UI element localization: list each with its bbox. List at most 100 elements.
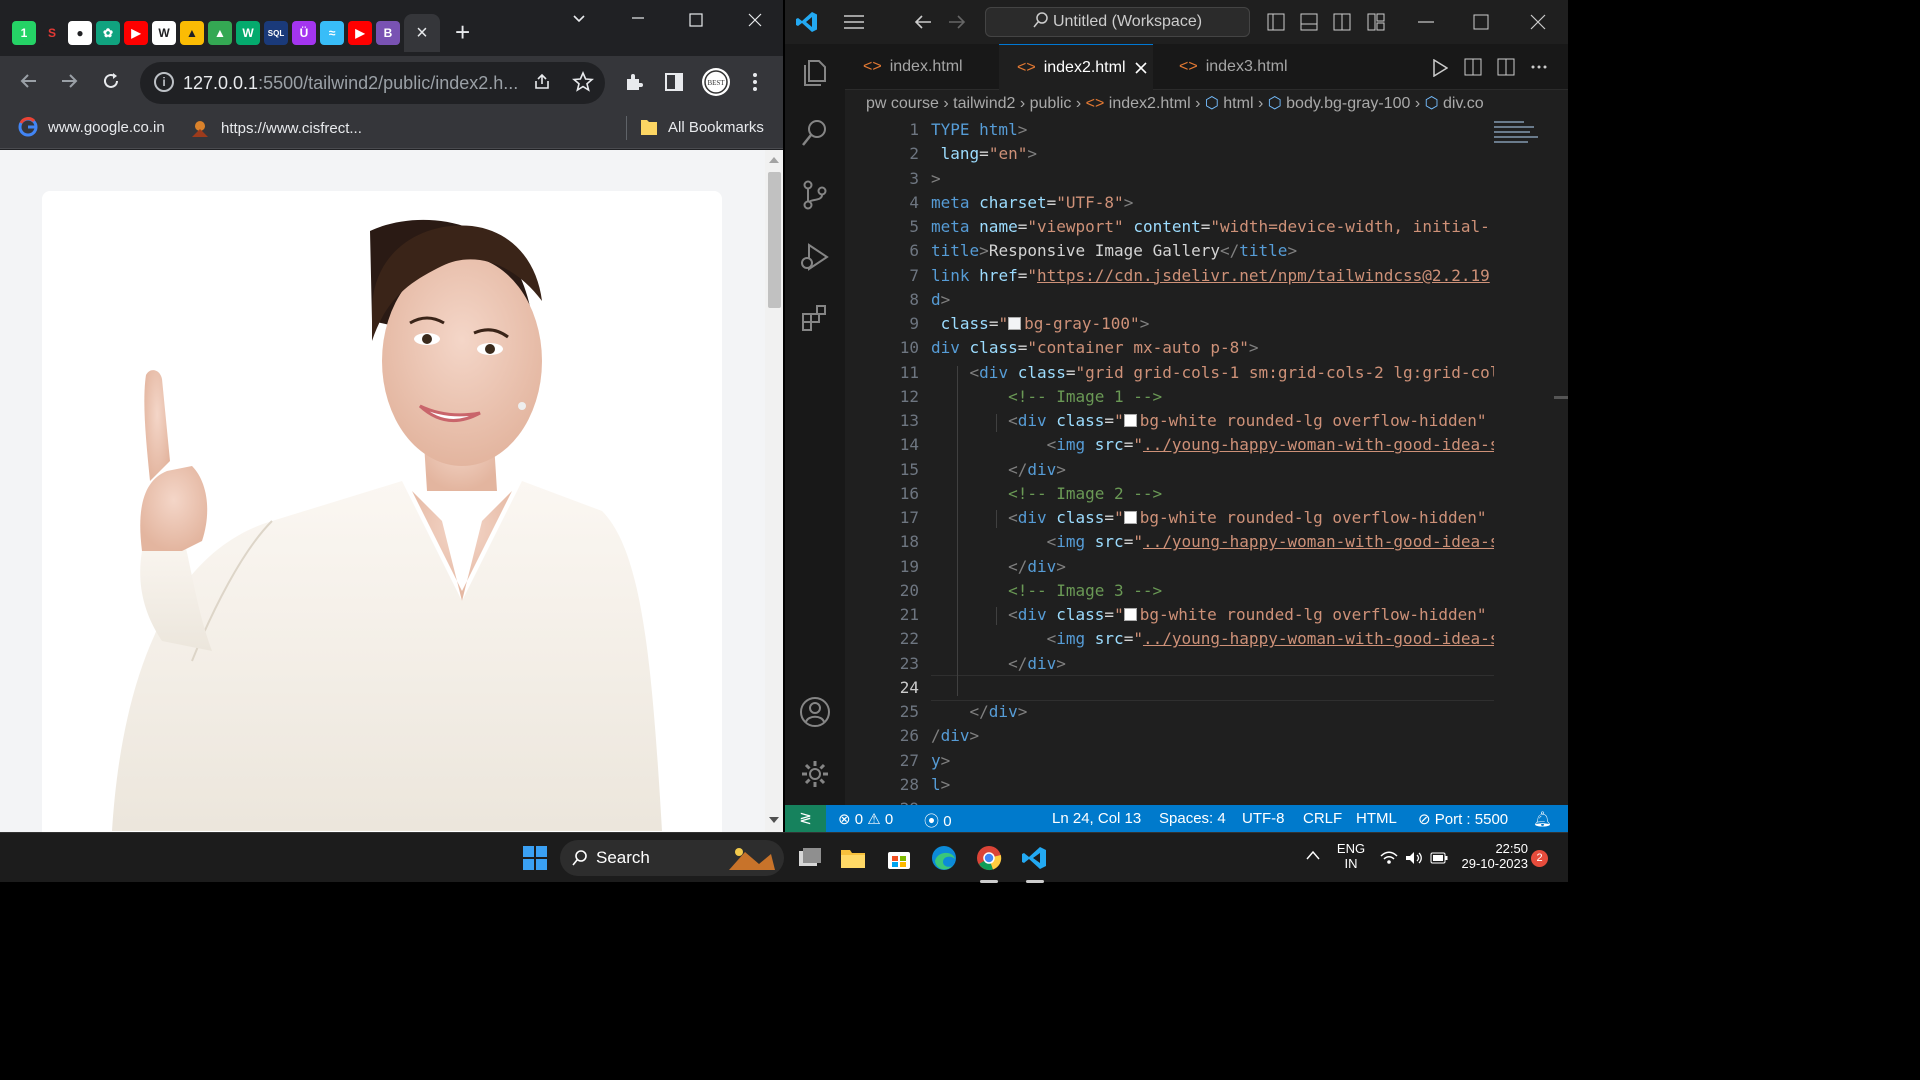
scroll-up-arrow-icon[interactable] [769, 156, 779, 164]
code-line[interactable]: <!-- Image 1 --> [931, 385, 1494, 409]
reload-icon[interactable] [100, 70, 122, 98]
bookmark-star-icon[interactable] [572, 70, 594, 99]
code-line[interactable]: d> [931, 288, 1494, 312]
breadcrumb-item[interactable]: index2.html [1109, 95, 1191, 112]
code-line[interactable]: <div class=" bg-white rounded-lg overflow… [931, 409, 1494, 433]
end-of-line[interactable]: CRLF [1303, 810, 1342, 827]
toggle-secondary-sidebar-icon[interactable] [1333, 13, 1351, 31]
run-file-icon[interactable] [1432, 59, 1448, 77]
code-line[interactable]: /div> [931, 724, 1494, 748]
profile-avatar-icon[interactable]: BEST [701, 67, 731, 103]
sql-icon[interactable]: SQL [264, 21, 288, 45]
code-line[interactable]: <div class=" bg-white rounded-lg overflow… [931, 506, 1494, 530]
code-line[interactable]: <div class=" bg-white rounded-lg overflow… [931, 603, 1494, 627]
edge-icon[interactable] [931, 845, 957, 871]
battery-icon[interactable] [1430, 852, 1448, 864]
code-line[interactable]: title>Responsive Image Gallery</title> [931, 239, 1494, 263]
bookmark-google[interactable]: www.google.co.in [18, 117, 165, 137]
page-scrollbar[interactable] [765, 150, 783, 832]
code-line[interactable]: link href="https://cdn.jsdelivr.net/npm/… [931, 264, 1494, 288]
code-line[interactable]: <img src="../young-happy-woman-with-good… [931, 433, 1494, 457]
code-line[interactable]: class=" bg-gray-100"> [931, 312, 1494, 336]
code-line[interactable]: <img src="../young-happy-woman-with-good… [931, 530, 1494, 554]
back-icon[interactable] [18, 70, 40, 98]
run-debug-icon[interactable] [799, 241, 831, 273]
manage-gear-icon[interactable] [799, 758, 831, 790]
github-icon[interactable]: ● [68, 21, 92, 45]
code-line[interactable] [931, 797, 1494, 805]
vscode-minimize-icon[interactable] [1418, 20, 1434, 24]
whatsapp-icon[interactable]: 1 [12, 21, 36, 45]
code-line[interactable]: </div> [931, 700, 1494, 724]
task-view-icon[interactable] [797, 845, 823, 871]
code-editor[interactable]: 1 TYPE html> 2 lang="en"> 3 >4 meta charset="… [845, 118, 1568, 805]
new-tab-button[interactable]: + [455, 18, 470, 46]
extensions-icon[interactable] [623, 71, 645, 99]
close-window-icon[interactable] [747, 12, 763, 33]
code-line[interactable]: <!-- Image 2 --> [931, 482, 1494, 506]
minimize-icon[interactable] [630, 10, 646, 31]
ports-indicator[interactable]: ⦿ 0 [924, 810, 952, 831]
accounts-icon[interactable] [799, 696, 831, 728]
chrome-icon[interactable] [976, 845, 1002, 871]
code-line[interactable]: </div> [931, 652, 1494, 676]
code-line[interactable]: </div> [931, 555, 1494, 579]
tab-index3-html[interactable]: <> index3.html [1161, 44, 1321, 90]
tab-close-button[interactable]: × [404, 14, 440, 52]
file-explorer-icon[interactable] [840, 845, 866, 871]
code-line[interactable]: <img src="../young-happy-woman-with-good… [931, 627, 1494, 651]
command-center[interactable]: Untitled (Workspace) [985, 7, 1250, 37]
extensions-view-icon[interactable] [799, 302, 831, 334]
youtube-icon-2[interactable]: ▶ [348, 21, 372, 45]
code-line[interactable]: meta name="viewport" content="width=devi… [931, 215, 1494, 239]
url-text[interactable]: 127.0.0.1:5500/tailwind2/public/index2.h… [183, 73, 518, 94]
bootstrap-icon[interactable]: B [376, 21, 400, 45]
wifi-icon[interactable] [1380, 851, 1398, 865]
open-preview-icon[interactable] [1464, 58, 1482, 76]
wordpress-icon[interactable]: W [152, 21, 176, 45]
language-mode[interactable]: HTML [1356, 810, 1397, 827]
code-line[interactable]: l> [931, 773, 1494, 797]
breadcrumb-item[interactable]: tailwind2 [953, 95, 1015, 112]
taskbar-search[interactable]: Search [560, 840, 784, 876]
share-icon[interactable] [532, 72, 552, 98]
breadcrumb-item[interactable]: html [1223, 95, 1253, 112]
input-language[interactable]: ENG IN [1334, 841, 1368, 871]
tab-index2-html[interactable]: <> index2.html [999, 44, 1153, 90]
breadcrumb-item[interactable]: body.bg-gray-100 [1286, 95, 1410, 112]
clock[interactable]: 22:50 29-10-2023 [1458, 841, 1529, 871]
menu-icon[interactable] [843, 14, 865, 30]
w3schools-icon[interactable]: W [236, 21, 260, 45]
drive-icon-2[interactable]: ▲ [208, 21, 232, 45]
vscode-taskbar-icon[interactable] [1021, 845, 1047, 871]
code-line[interactable] [931, 676, 1494, 700]
code-line[interactable]: </div> [931, 458, 1494, 482]
vscode-close-icon[interactable] [1530, 14, 1546, 30]
s-icon[interactable]: S [40, 21, 64, 45]
vscode-maximize-icon[interactable] [1473, 14, 1489, 30]
problems-indicator[interactable]: ⊗ 0 ⚠ 0 [838, 810, 893, 828]
breadcrumb-item[interactable]: public [1030, 95, 1072, 112]
code-line[interactable]: TYPE html> [931, 118, 1494, 142]
nav-forward-icon[interactable] [947, 13, 967, 31]
code-line[interactable]: <div class="grid grid-cols-1 sm:grid-col… [931, 361, 1494, 385]
search-view-icon[interactable] [799, 117, 831, 149]
microsoft-store-icon[interactable] [886, 845, 912, 871]
code-line[interactable]: div class="container mx-auto p-8"> [931, 336, 1494, 360]
scroll-down-arrow-icon[interactable] [769, 816, 779, 824]
tailwind-icon[interactable]: ≈ [320, 21, 344, 45]
tab-index-html[interactable]: <> index.html [845, 44, 982, 90]
toggle-panel-icon[interactable] [1300, 13, 1318, 31]
notifications-bell-icon[interactable]: 🔔︎ [1533, 810, 1552, 828]
nav-back-icon[interactable] [913, 13, 933, 31]
chrome-menu-icon[interactable] [750, 71, 760, 99]
maximize-icon[interactable] [688, 12, 704, 33]
tab-close-icon[interactable] [1134, 61, 1148, 75]
customize-layout-icon[interactable] [1367, 13, 1385, 31]
scroll-thumb[interactable] [768, 172, 781, 308]
minimap[interactable] [1494, 118, 1554, 158]
tab-search-icon[interactable] [571, 10, 587, 31]
remote-indicator-icon[interactable]: ≷ [785, 805, 826, 832]
indentation[interactable]: Spaces: 4 [1159, 810, 1226, 827]
chatgpt-icon[interactable]: ✿ [96, 21, 120, 45]
